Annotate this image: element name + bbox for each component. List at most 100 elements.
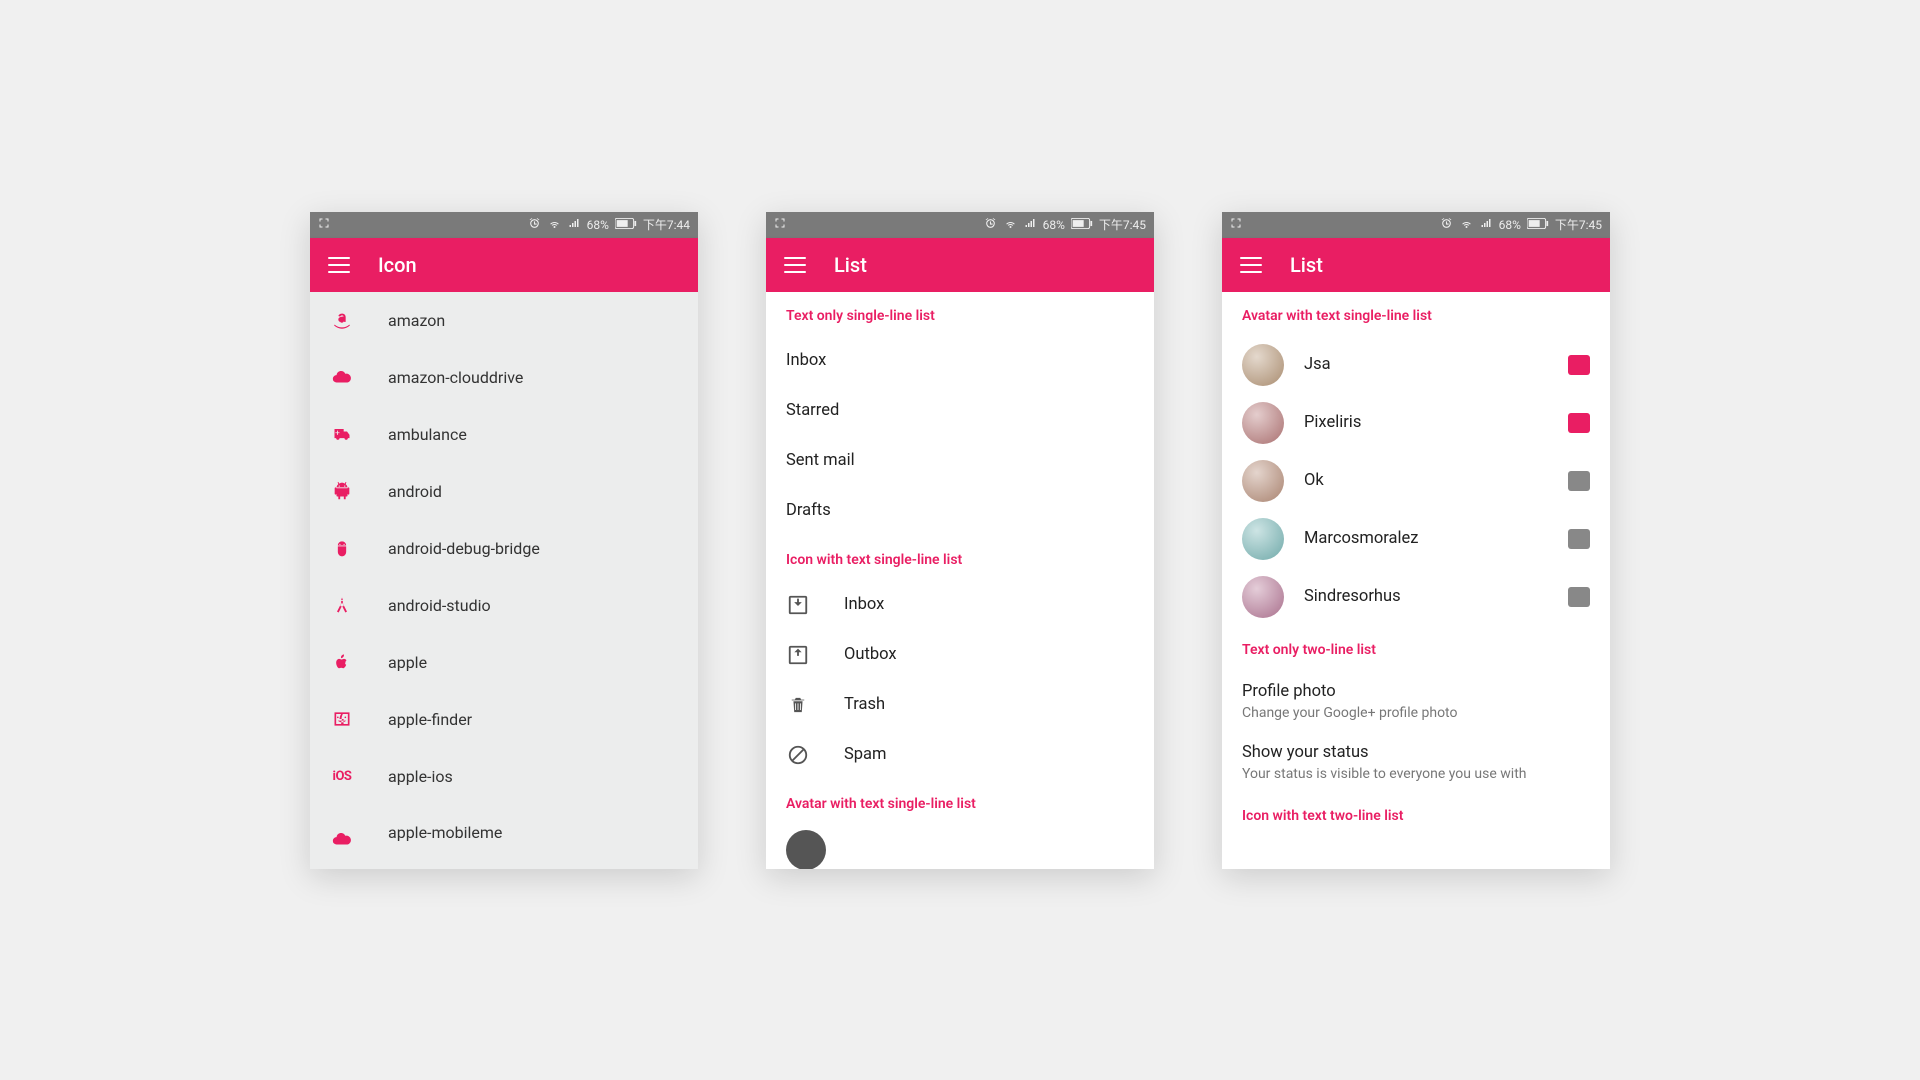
list-item[interactable]: Drafts [766,486,1154,536]
expand-icon [1230,217,1242,232]
list-item[interactable]: Inbox [766,580,1154,630]
menu-icon[interactable] [1240,257,1262,273]
wifi-icon [1459,217,1474,232]
list-item-label: android [388,482,442,501]
list-item-label: android-debug-bridge [388,539,540,558]
app-bar: List [766,238,1154,292]
list-item-label: Trash [844,695,885,714]
list-item-label: Pixeliris [1304,413,1548,432]
list-item[interactable]: android-debug-bridge [310,520,698,577]
battery-percent: 68% [587,218,609,232]
list-item[interactable]: Outbox [766,630,1154,680]
chat-icon[interactable] [1568,355,1590,375]
list-item-label: ambulance [388,425,467,444]
battery-icon [615,218,637,232]
app-bar: Icon [310,238,698,292]
list-item[interactable]: Marcosmoralez [1222,510,1610,568]
alarm-icon [1440,217,1453,233]
wifi-icon [1003,217,1018,232]
section-header: Text only two-line list [1222,626,1610,670]
outbox-icon [786,643,810,667]
list-item-label: Marcosmoralez [1304,529,1548,548]
list-item-label: Spam [844,745,887,764]
list-item[interactable]: Spam [766,730,1154,780]
list-item[interactable]: Inbox [766,336,1154,386]
battery-percent: 68% [1499,218,1521,232]
phone-screen-icon: 68% 下午7:44 Icon amazon amazon-clouddrive… [310,212,698,869]
menu-icon[interactable] [784,257,806,273]
list-item[interactable]: amazon [310,292,698,349]
android-studio-icon [330,593,354,617]
list-item[interactable]: iOS apple-ios [310,748,698,805]
avatar [1242,518,1284,560]
app-bar: List [1222,238,1610,292]
list-item[interactable]: Profile photo Change your Google+ profil… [1222,670,1610,731]
list-item-primary: Show your status [1242,743,1590,762]
list-item[interactable]: Trash [766,680,1154,730]
list-item[interactable]: Jsa [1222,336,1610,394]
list-item[interactable]: Sent mail [766,436,1154,486]
list-item-label: apple [388,653,427,672]
apple-icon [330,650,354,674]
spam-icon [786,743,810,767]
chat-icon[interactable] [1568,471,1590,491]
status-bar: 68% 下午7:45 [1222,212,1610,238]
section-header: Avatar with text single-line list [1222,292,1610,336]
status-time: 下午7:45 [1555,216,1602,233]
list-item[interactable]: ambulance [310,406,698,463]
list-item[interactable]: Starred [766,386,1154,436]
page-title: List [834,253,867,277]
list-item[interactable]: apple-mobileme [310,805,698,845]
list-item[interactable]: Ok [1222,452,1610,510]
battery-percent: 68% [1043,218,1065,232]
list-item-label: apple-ios [388,767,453,786]
list-item-label: Outbox [844,645,897,664]
page-title: Icon [378,253,417,277]
chat-icon[interactable] [1568,413,1590,433]
icon-list: amazon amazon-clouddrive ambulance andro… [310,292,698,869]
list-item[interactable]: apple-finder [310,691,698,748]
avatar [1242,344,1284,386]
list-item-cutoff [766,824,1154,869]
cloud-icon [330,365,354,389]
list-item[interactable]: Pixeliris [1222,394,1610,452]
mobileme-icon [330,833,354,845]
list-item[interactable]: Show your status Your status is visible … [1222,731,1610,792]
signal-icon [1024,217,1037,232]
list-item[interactable]: Sindresorhus [1222,568,1610,626]
list-item[interactable]: apple [310,634,698,691]
list-item-label: Ok [1304,471,1548,490]
alarm-icon [528,217,541,233]
status-bar: 68% 下午7:44 [310,212,698,238]
battery-icon [1071,218,1093,232]
list-item[interactable]: android [310,463,698,520]
list-item-label: apple-mobileme [388,823,502,845]
list-item[interactable]: amazon-clouddrive [310,349,698,406]
expand-icon [318,217,330,232]
status-time: 下午7:44 [643,216,690,233]
amazon-icon [330,308,354,332]
section-header: Text only single-line list [766,292,1154,336]
list-item[interactable]: android-studio [310,577,698,634]
avatar [1242,460,1284,502]
inbox-icon [786,593,810,617]
list-item-secondary: Your status is visible to everyone you u… [1242,766,1590,782]
page-title: List [1290,253,1323,277]
chat-icon[interactable] [1568,587,1590,607]
avatar [1242,402,1284,444]
android-icon [330,479,354,503]
list-item-label: Sindresorhus [1304,587,1548,606]
section-header: Icon with text two-line list [1222,792,1610,824]
menu-icon[interactable] [328,257,350,273]
phone-screen-list-2: 68% 下午7:45 List Avatar with text single-… [1222,212,1610,869]
adb-icon [330,536,354,560]
avatar [786,830,826,869]
ambulance-icon [330,422,354,446]
avatar [1242,576,1284,618]
list-content: Avatar with text single-line list Jsa Pix… [1222,292,1610,869]
battery-icon [1527,218,1549,232]
section-header: Icon with text single-line list [766,536,1154,580]
list-item-label: Jsa [1304,355,1548,374]
chat-icon[interactable] [1568,529,1590,549]
list-item-primary: Profile photo [1242,682,1590,701]
